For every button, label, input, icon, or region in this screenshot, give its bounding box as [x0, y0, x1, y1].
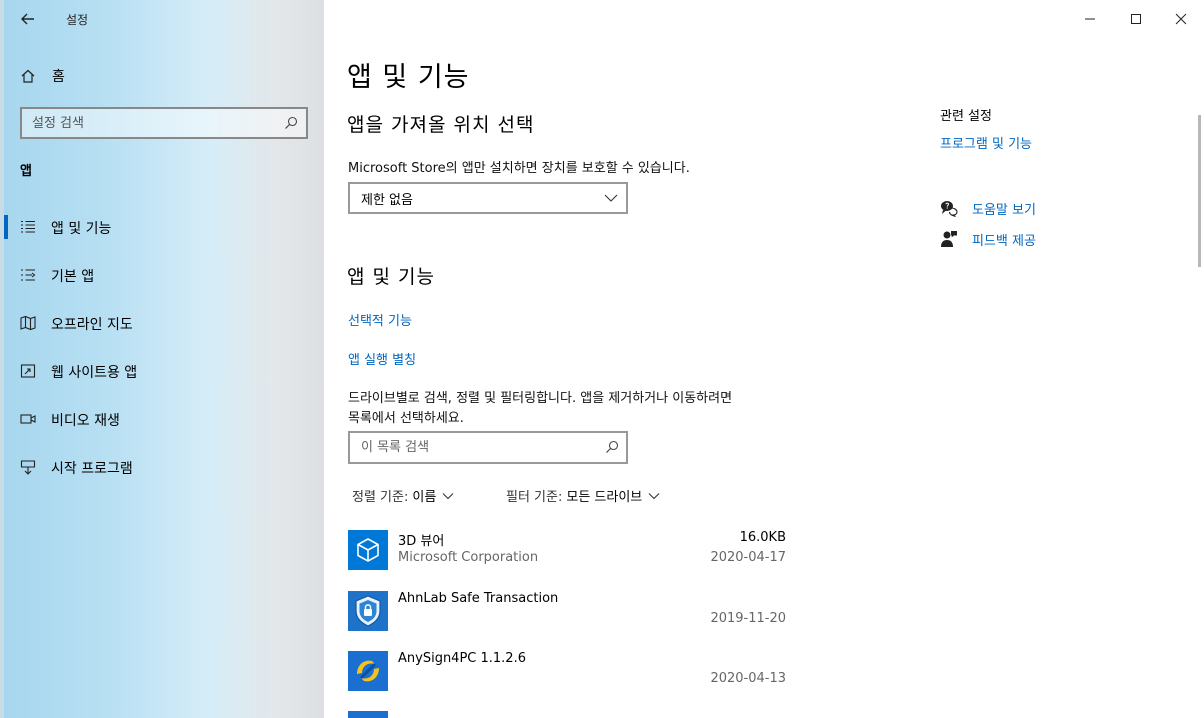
sidebar-item-label: 오프라인 지도: [51, 317, 133, 333]
give-feedback-link[interactable]: 피드백 제공: [940, 228, 1036, 250]
app-list-search-input[interactable]: [350, 440, 590, 455]
app-name: AnySign4PC 1.1.2.6: [398, 651, 526, 666]
app-size: 16.0KB: [739, 530, 786, 545]
app-install-date: 2019-11-20: [710, 611, 786, 626]
list-icon: [21, 220, 35, 233]
settings-search-input[interactable]: [22, 115, 272, 131]
sort-by-label: 정렬 기준:: [352, 490, 409, 505]
app-list-search[interactable]: [348, 431, 628, 464]
sidebar-item-label: 비디오 재생: [51, 413, 120, 429]
filter-by-value: 모든 드라이브: [566, 490, 643, 505]
install-source-dropdown[interactable]: 제한 없음: [348, 182, 628, 214]
chevron-down-icon: [648, 492, 660, 499]
close-icon: [1175, 13, 1187, 25]
minimize-button[interactable]: [1067, 4, 1113, 34]
search-icon[interactable]: [284, 116, 298, 130]
optional-features-link[interactable]: 선택적 기능: [348, 310, 412, 329]
sidebar-home[interactable]: 홈: [20, 65, 65, 87]
sidebar-item-video-playback[interactable]: 비디오 재생: [0, 399, 324, 439]
minimize-icon: [1085, 18, 1095, 20]
ahnlab-shield-icon: [348, 591, 388, 631]
home-icon: [21, 69, 35, 83]
back-arrow-icon: [21, 13, 34, 25]
settings-search[interactable]: [20, 107, 308, 139]
get-help-link[interactable]: 도움말 보기: [940, 197, 1036, 219]
sidebar-item-label: 시작 프로그램: [51, 461, 133, 477]
close-button[interactable]: [1158, 4, 1204, 34]
app-publisher: Microsoft Corporation: [398, 550, 539, 565]
back-button[interactable]: [18, 8, 40, 30]
app-install-date: 2020-04-17: [710, 550, 786, 565]
apps-description-line2: 목록에서 선택하세요.: [348, 411, 464, 426]
app-name: 3D 뷰어: [398, 534, 445, 549]
website-icon: [20, 364, 36, 378]
sidebar-item-label: 웹 사이트용 앱: [51, 365, 138, 381]
chevron-down-icon: [442, 492, 454, 499]
apps-features-heading: 앱 및 기능: [347, 266, 435, 288]
scrollbar[interactable]: [1198, 115, 1201, 267]
app-list-item[interactable]: AnySign4PC 1.1.2.6 2020-04-13: [348, 651, 788, 709]
3d-viewer-icon: [348, 530, 388, 570]
map-icon: [20, 315, 36, 331]
chevron-down-icon: [604, 194, 618, 202]
sidebar-item-default-apps[interactable]: 기본 앱: [0, 255, 324, 295]
page-title: 앱 및 기능: [347, 62, 470, 93]
feedback-person-icon: [941, 231, 957, 247]
sidebar-item-apps-features[interactable]: 앱 및 기능: [0, 207, 324, 247]
install-source-value: 제한 없음: [361, 192, 413, 208]
app-list-item[interactable]: AhnLab Safe Transaction 2019-11-20: [348, 591, 788, 649]
filter-by-dropdown[interactable]: 필터 기준: 모든 드라이브: [506, 486, 660, 505]
video-icon: [20, 414, 36, 424]
sidebar-home-label: 홈: [52, 69, 65, 85]
sidebar-section-title: 앱: [20, 164, 32, 179]
apps-description-line1: 드라이브별로 검색, 정렬 및 필터링합니다. 앱을 제거하거나 이동하려면: [348, 391, 733, 406]
sidebar-item-label: 기본 앱: [51, 269, 95, 285]
app-name: AhnLab Safe Transaction: [398, 591, 559, 606]
default-apps-icon: [21, 269, 36, 281]
sidebar-item-label: 앱 및 기능: [51, 221, 112, 237]
give-feedback-label: 피드백 제공: [972, 234, 1036, 249]
get-help-label: 도움말 보기: [972, 203, 1036, 218]
sort-by-dropdown[interactable]: 정렬 기준: 이름: [352, 486, 454, 505]
filter-by-label: 필터 기준:: [506, 490, 563, 505]
app-list-item[interactable]: 3D 뷰어 Microsoft Corporation 16.0KB 2020-…: [348, 530, 788, 588]
help-chat-icon: [941, 201, 958, 217]
sidebar: 설정 홈 앱 앱 및 기능 기본 앱 오프라인 지도: [0, 0, 324, 718]
sidebar-item-offline-maps[interactable]: 오프라인 지도: [0, 303, 324, 343]
maximize-button[interactable]: [1113, 4, 1159, 34]
sidebar-item-apps-for-websites[interactable]: 웹 사이트용 앱: [0, 351, 324, 391]
app-execution-aliases-link[interactable]: 앱 실행 별칭: [348, 349, 416, 368]
app-list-item-partial: [348, 711, 388, 718]
install-location-heading: 앱을 가져올 위치 선택: [347, 114, 535, 136]
programs-and-features-link[interactable]: 프로그램 및 기능: [940, 133, 1032, 152]
sidebar-item-startup[interactable]: 시작 프로그램: [0, 447, 324, 487]
related-settings-title: 관련 설정: [940, 109, 992, 124]
startup-icon: [20, 460, 36, 475]
search-icon[interactable]: [605, 440, 619, 454]
app-install-date: 2020-04-13: [710, 671, 786, 686]
window-title: 설정: [66, 13, 89, 27]
anysign-icon: [348, 651, 388, 691]
maximize-icon: [1131, 14, 1141, 24]
install-location-description: Microsoft Store의 앱만 설치하면 장치를 보호할 수 있습니다.: [348, 161, 690, 176]
sort-by-value: 이름: [412, 490, 437, 505]
